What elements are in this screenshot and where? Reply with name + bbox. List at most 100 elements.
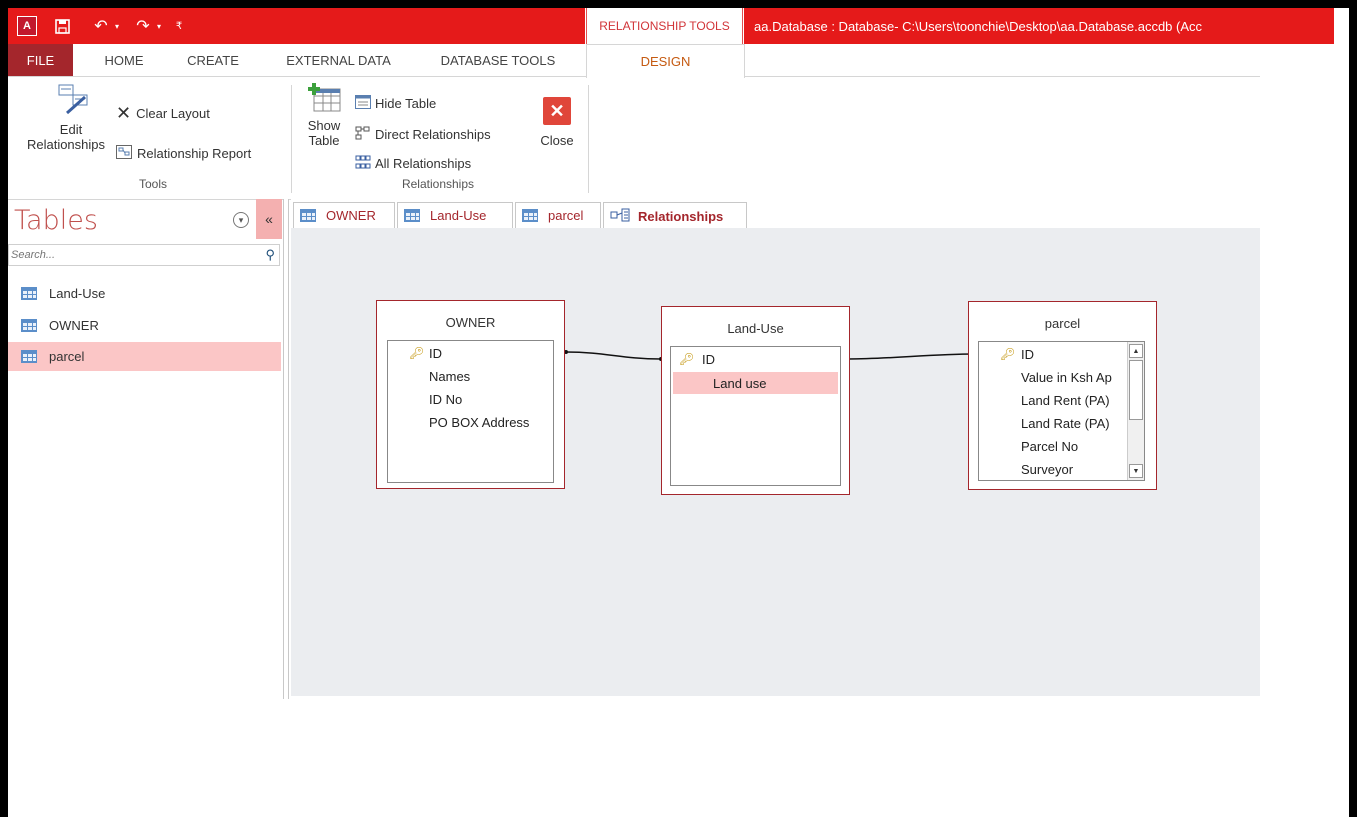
nav-pane-menu-icon[interactable]: ▾: [233, 212, 249, 228]
field-owner-po-box[interactable]: PO BOX Address: [388, 411, 553, 433]
key-icon: 🔑︎: [1000, 347, 1016, 361]
redo-dropdown-icon[interactable]: ▾: [154, 16, 164, 36]
key-icon: 🔑︎: [679, 352, 695, 366]
nav-item-label: OWNER: [49, 318, 99, 333]
field-parcel-surveyor[interactable]: Surveyor: [979, 458, 1127, 480]
key-icon: 🔑︎: [409, 346, 425, 360]
doctab-label: OWNER: [326, 208, 376, 223]
tab-create[interactable]: CREATE: [173, 44, 253, 76]
nav-item-land-use[interactable]: Land-Use: [8, 279, 281, 308]
relationships-canvas[interactable]: OWNER 🔑︎ ID Names ID No PO BOX Address L…: [291, 228, 1260, 696]
scroll-down-icon[interactable]: ▼: [1129, 464, 1143, 478]
edit-relationships-label-2: Relationships: [26, 137, 106, 152]
doctab-label: Relationships: [638, 208, 724, 224]
relationship-tools-label: RELATIONSHIP TOOLS: [586, 8, 743, 44]
doctab-relationships[interactable]: Relationships: [603, 202, 747, 229]
search-icon[interactable]: ⚲: [265, 247, 275, 263]
redo-icon[interactable]: ↷: [132, 16, 154, 36]
close-label: Close: [540, 133, 574, 148]
direct-relationships-label: Direct Relationships: [375, 126, 491, 142]
undo-icon[interactable]: ↶: [90, 16, 112, 36]
tab-design[interactable]: DESIGN: [586, 44, 745, 78]
search-input[interactable]: [9, 245, 243, 265]
field-list-scrollbar[interactable]: ▲ ▼: [1127, 342, 1144, 480]
navigation-pane: Tables ▾ « ⚲ Land-Use OWNER parcel: [8, 199, 282, 699]
field-parcel-value[interactable]: Value in Ksh Ap: [979, 366, 1127, 388]
table-icon: [522, 209, 538, 222]
doctab-owner[interactable]: OWNER: [293, 202, 395, 228]
all-relationships-button[interactable]: All Relationships: [355, 153, 471, 173]
window-title: aa.Database : Database- C:\Users\toonchi…: [744, 8, 1334, 44]
close-icon: ✕: [543, 97, 571, 125]
direct-relationships-button[interactable]: Direct Relationships: [355, 124, 491, 144]
table-icon: [300, 209, 316, 222]
table-title-parcel: parcel: [1044, 316, 1081, 331]
tab-database-tools[interactable]: DATABASE TOOLS: [422, 44, 574, 76]
tab-file[interactable]: FILE: [8, 44, 73, 76]
scroll-up-icon[interactable]: ▲: [1129, 344, 1143, 358]
customize-icon[interactable]: ₹: [172, 16, 186, 36]
relationship-report-icon: [116, 144, 132, 162]
field-parcel-land-rent[interactable]: Land Rent (PA): [979, 389, 1127, 411]
clear-layout-button[interactable]: ✕ Clear Layout: [116, 103, 210, 123]
nav-item-owner[interactable]: OWNER: [8, 311, 281, 340]
table-box-parcel[interactable]: parcel 🔑︎ ID Value in Ksh Ap Land Rent (…: [968, 301, 1157, 490]
field-landuse-id[interactable]: 🔑︎ ID: [671, 348, 840, 370]
edit-relationships-label-1: Edit: [59, 122, 83, 137]
table-box-owner[interactable]: OWNER 🔑︎ ID Names ID No PO BOX Address: [376, 300, 565, 489]
shutter-bar-collapse-icon[interactable]: «: [256, 199, 282, 239]
document-tabs: OWNER Land-Use parcel Relationships: [291, 199, 1260, 229]
table-title-owner: OWNER: [445, 315, 496, 330]
edit-relationships-icon: [57, 83, 93, 120]
doctab-label: Land-Use: [430, 208, 487, 223]
tab-external-data[interactable]: EXTERNAL DATA: [276, 44, 401, 76]
table-icon: [21, 287, 37, 300]
doctab-parcel[interactable]: parcel: [515, 202, 601, 228]
table-icon: [21, 350, 37, 363]
field-landuse-land-use[interactable]: Land use: [673, 372, 838, 394]
field-list-land-use: 🔑︎ ID Land use: [670, 346, 841, 486]
all-relationships-label: All Relationships: [375, 155, 472, 171]
access-window: A ↶ ▾ ↷ ▾ ₹ RELATIONSHIP TOOLS aa.Databa…: [8, 8, 1349, 817]
pane-splitter[interactable]: [283, 199, 289, 699]
access-logo-icon: A: [17, 16, 37, 36]
hide-table-button[interactable]: Hide Table: [355, 93, 436, 113]
field-parcel-parcel-no[interactable]: Parcel No: [979, 435, 1127, 457]
nav-item-parcel[interactable]: parcel: [8, 342, 281, 371]
relationship-line-owner-landuse[interactable]: [565, 351, 662, 360]
search-box: ⚲: [8, 244, 280, 266]
field-owner-names[interactable]: Names: [388, 365, 553, 387]
undo-dropdown-icon[interactable]: ▾: [112, 16, 122, 36]
close-relationships-button[interactable]: ✕ Close: [534, 97, 580, 157]
show-table-label-2: Table: [308, 133, 340, 148]
relationship-report-label: Relationship Report: [137, 145, 252, 161]
relationship-report-button[interactable]: Relationship Report: [116, 143, 251, 163]
edit-relationships-button[interactable]: Edit Relationships: [12, 83, 108, 175]
field-list-owner: 🔑︎ ID Names ID No PO BOX Address: [387, 340, 554, 483]
hide-table-icon: [355, 94, 371, 112]
save-icon[interactable]: [53, 16, 71, 36]
show-table-button[interactable]: Show Table: [301, 83, 347, 175]
clear-layout-icon: ✕: [116, 102, 132, 123]
nav-pane-title[interactable]: Tables: [14, 205, 98, 236]
table-icon: [404, 209, 420, 222]
quick-access-toolbar: A ↶ ▾ ↷ ▾ ₹: [8, 8, 585, 44]
field-owner-id-no[interactable]: ID No: [388, 388, 553, 410]
field-list-parcel: 🔑︎ ID Value in Ksh Ap Land Rent (PA) Lan…: [978, 341, 1145, 481]
ribbon: Edit Relationships ✕ Clear Layout Relati…: [8, 77, 1260, 200]
all-relationships-icon: [355, 155, 371, 172]
direct-relationships-icon: [355, 126, 371, 143]
table-box-land-use[interactable]: Land-Use 🔑︎ ID Land use: [661, 306, 850, 495]
nav-item-label: Land-Use: [49, 286, 106, 301]
field-parcel-land-rate[interactable]: Land Rate (PA): [979, 412, 1127, 434]
doctab-label: parcel: [548, 208, 584, 223]
field-owner-id[interactable]: 🔑︎ ID: [388, 342, 553, 364]
scroll-thumb[interactable]: [1129, 360, 1143, 420]
relationship-line-landuse-parcel[interactable]: [847, 353, 976, 360]
relationships-icon: [610, 208, 630, 225]
doctab-land-use[interactable]: Land-Use: [397, 202, 513, 228]
field-parcel-id[interactable]: 🔑︎ ID: [979, 343, 1127, 365]
ribbon-group-separator: [291, 85, 292, 193]
tab-home[interactable]: HOME: [94, 44, 154, 76]
clear-layout-label: Clear Layout: [136, 105, 210, 121]
